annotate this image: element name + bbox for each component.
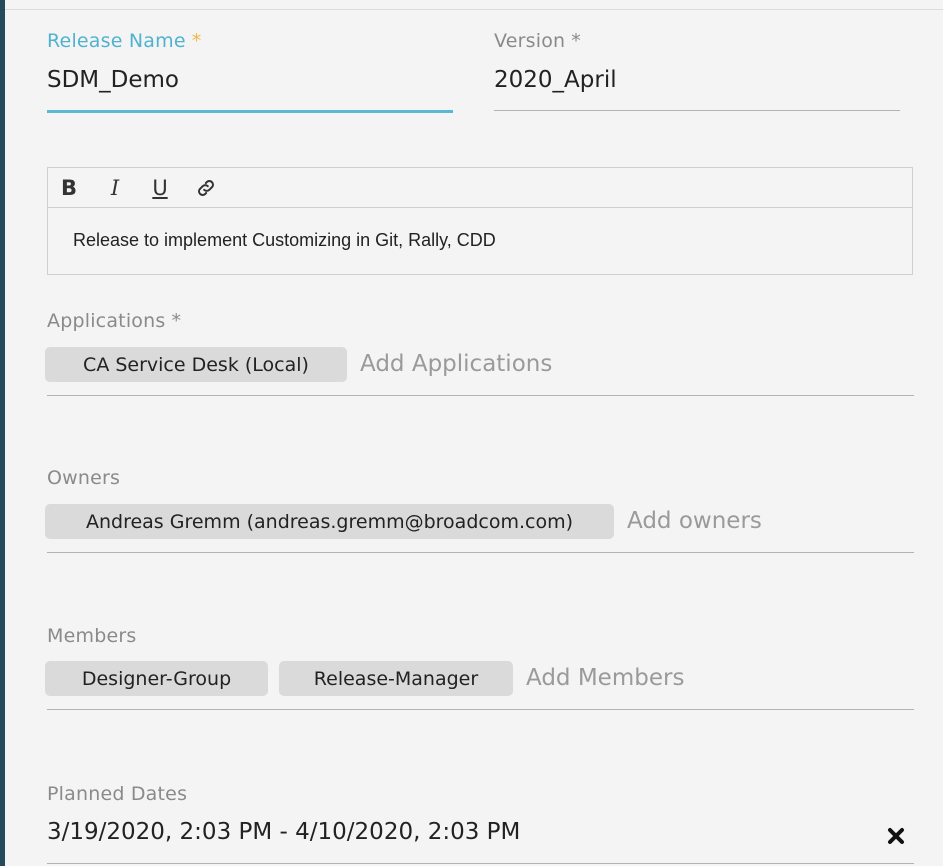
window-left-edge <box>0 0 5 866</box>
release-name-underline <box>47 110 453 113</box>
bold-button[interactable]: B <box>56 174 82 202</box>
application-chip[interactable]: CA Service Desk (Local) <box>45 347 347 382</box>
add-applications-input[interactable]: Add Applications <box>360 351 552 377</box>
version-required-mark: * <box>571 30 581 52</box>
release-name-required-mark: * <box>191 30 202 52</box>
link-button[interactable] <box>193 174 219 202</box>
version-label: Version * <box>494 30 581 52</box>
owners-underline <box>47 552 914 553</box>
applications-label-text: Applications <box>47 310 166 332</box>
planned-dates-underline <box>47 863 914 864</box>
members-label: Members <box>47 625 137 647</box>
version-underline <box>494 110 900 111</box>
clear-dates-icon[interactable] <box>884 824 908 848</box>
release-name-input[interactable]: SDM_Demo <box>47 67 179 93</box>
member-chip-release-manager[interactable]: Release-Manager <box>279 661 513 696</box>
member-chip-designer-group[interactable]: Designer-Group <box>45 661 268 696</box>
version-input[interactable]: 2020_April <box>494 67 617 93</box>
top-divider <box>5 9 943 10</box>
applications-required-mark: * <box>171 310 182 332</box>
applications-underline <box>47 395 914 396</box>
add-owners-input[interactable]: Add owners <box>627 508 762 534</box>
italic-button[interactable]: I <box>102 174 128 202</box>
release-name-label-text: Release Name <box>47 30 186 52</box>
owner-chip[interactable]: Andreas Gremm (andreas.gremm@broadcom.co… <box>45 504 614 539</box>
editor-toolbar: B I U <box>48 168 912 208</box>
version-label-text: Version <box>494 30 566 52</box>
add-members-input[interactable]: Add Members <box>526 665 684 691</box>
underline-button[interactable]: U <box>147 174 173 202</box>
planned-dates-input[interactable]: 3/19/2020, 2:03 PM - 4/10/2020, 2:03 PM <box>47 819 520 845</box>
description-editor[interactable]: B I U Release to implement Customizing i… <box>47 167 913 275</box>
planned-dates-label: Planned Dates <box>47 783 188 805</box>
members-underline <box>47 709 914 710</box>
applications-label: Applications * <box>47 310 181 332</box>
release-name-label: Release Name * <box>47 30 201 52</box>
owners-label: Owners <box>47 467 121 489</box>
description-text[interactable]: Release to implement Customizing in Git,… <box>73 230 496 251</box>
link-icon <box>198 180 214 196</box>
